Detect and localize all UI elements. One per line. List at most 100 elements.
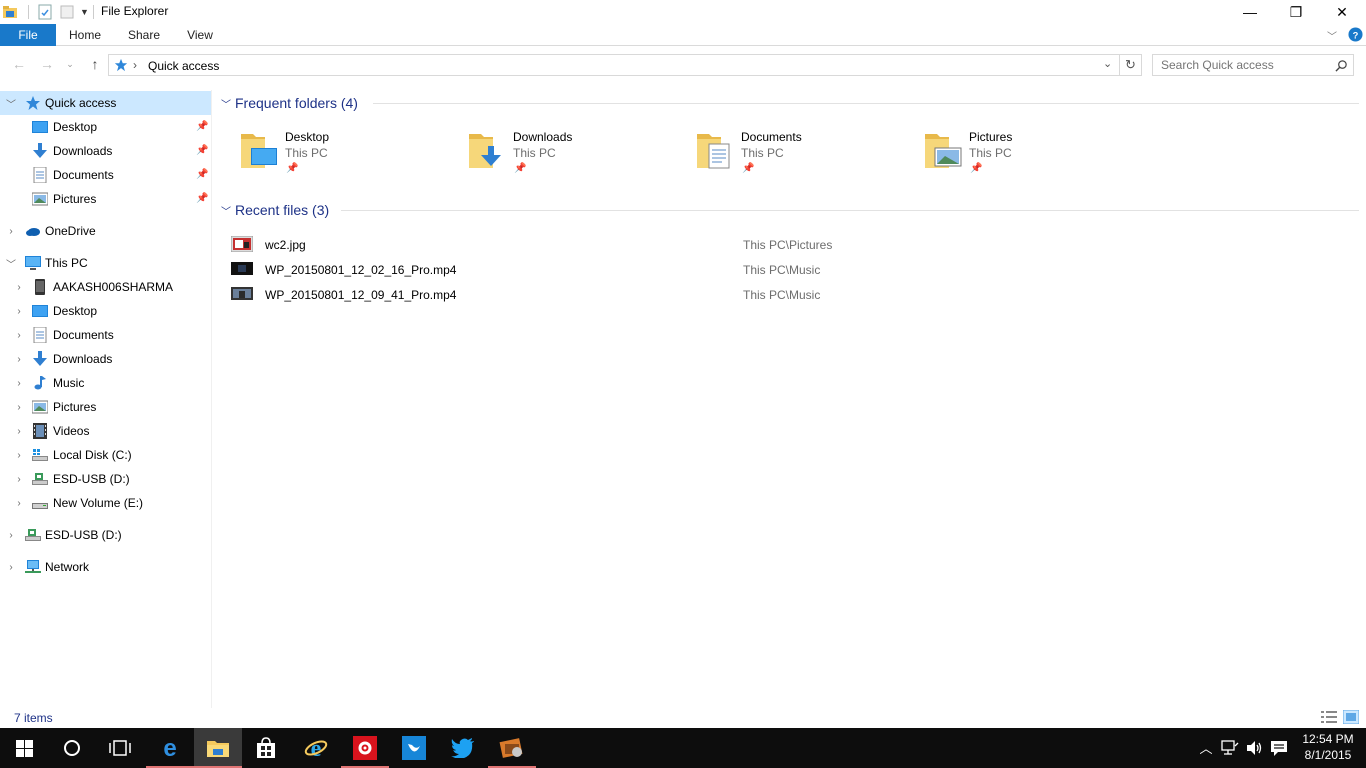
chevron-right-icon[interactable]: ›	[14, 299, 24, 323]
large-icons-view-icon[interactable]	[1343, 710, 1359, 724]
taskbar: e e ︿ 12:54 PM 8/1/2015	[0, 728, 1366, 768]
sidebar-item-phone[interactable]: › AAKASH006SHARMA	[0, 275, 211, 299]
pin-icon[interactable]: 📌	[196, 145, 208, 157]
close-button[interactable]: ✕	[1319, 0, 1365, 24]
maximize-button[interactable]: ❐	[1273, 0, 1319, 24]
search-input[interactable]	[1153, 55, 1329, 75]
show-hidden-icons-button[interactable]: ︿	[1197, 738, 1215, 756]
svg-text:e: e	[311, 736, 322, 760]
network-tray-icon[interactable]	[1221, 740, 1239, 756]
sidebar-item-videos[interactable]: › Videos	[0, 419, 211, 443]
chevron-right-icon[interactable]: ›	[14, 395, 24, 419]
clock-time: 12:54 PM	[1302, 732, 1354, 746]
sidebar-item-pc-desktop[interactable]: › Desktop	[0, 299, 211, 323]
start-button[interactable]	[0, 728, 48, 768]
network-icon	[25, 560, 41, 573]
taskbar-red-app[interactable]	[341, 728, 389, 768]
chevron-down-icon[interactable]: ﹀	[6, 251, 16, 275]
chevron-right-icon[interactable]: ›	[6, 523, 16, 547]
sidebar-item-esd-usb-d[interactable]: › ESD-USB (D:)	[0, 467, 211, 491]
chevron-down-icon[interactable]: ﹀	[6, 91, 16, 115]
chevron-right-icon[interactable]: ›	[14, 347, 24, 371]
folder-tile-downloads[interactable]: Downloads This PC 📌	[441, 124, 661, 180]
sidebar-item-label: Network	[45, 560, 90, 574]
address-dropdown-icon[interactable]: ⌄	[1103, 57, 1112, 70]
taskbar-file-explorer[interactable]	[194, 728, 242, 768]
sidebar-item-local-disk-c[interactable]: › Local Disk (C:)	[0, 443, 211, 467]
svg-text:e: e	[163, 736, 176, 760]
sidebar-item-label: Pictures	[53, 400, 97, 414]
search-icon[interactable]	[1335, 59, 1348, 72]
frequent-folders-header[interactable]: ﹀ Frequent folders (4)	[221, 93, 358, 113]
window-title: File Explorer	[101, 4, 169, 18]
sidebar-item-esd-usb-d-root[interactable]: › ESD-USB (D:)	[0, 523, 211, 547]
sidebar-item-documents[interactable]: Documents 📌	[0, 163, 211, 187]
folder-tile-pictures[interactable]: Pictures This PC 📌	[897, 124, 1117, 180]
properties-icon[interactable]	[37, 4, 53, 20]
clock-date: 8/1/2015	[1304, 748, 1352, 762]
file-row[interactable]: WP_20150801_12_02_16_Pro.mp4 This PC\Mus…	[231, 257, 1331, 282]
tab-view[interactable]: View	[180, 24, 220, 46]
volume-icon[interactable]	[1245, 739, 1263, 757]
cortana-button[interactable]	[48, 728, 96, 768]
taskbar-media-app[interactable]	[488, 728, 536, 768]
tab-file[interactable]: File	[0, 24, 56, 46]
breadcrumb-quick-access[interactable]: Quick access	[148, 59, 219, 73]
details-view-icon[interactable]	[1321, 710, 1337, 724]
minimize-button[interactable]: —	[1227, 0, 1273, 24]
pin-icon[interactable]: 📌	[196, 121, 208, 133]
sidebar-item-network[interactable]: › Network	[0, 555, 211, 579]
refresh-button[interactable]: ↻	[1120, 54, 1142, 76]
address-bar[interactable]: › Quick access ⌄	[108, 54, 1120, 76]
taskbar-blue-app[interactable]	[390, 728, 438, 768]
sidebar-item-new-volume-e[interactable]: › New Volume (E:)	[0, 491, 211, 515]
chevron-right-icon[interactable]: ›	[14, 275, 24, 299]
recent-locations-button[interactable]: ⌄	[62, 55, 78, 73]
explorer-app-icon[interactable]	[2, 4, 18, 20]
expand-ribbon-icon[interactable]: ﹀	[1327, 28, 1337, 43]
sidebar-item-pc-documents[interactable]: › Documents	[0, 323, 211, 347]
drive-icon	[32, 503, 48, 509]
sidebar-item-desktop[interactable]: Desktop 📌	[0, 115, 211, 139]
forward-button[interactable]: →	[37, 55, 57, 73]
chevron-right-icon[interactable]: ›	[14, 467, 24, 491]
sidebar-item-label: Local Disk (C:)	[53, 448, 132, 462]
sidebar-item-pictures[interactable]: Pictures 📌	[0, 187, 211, 211]
qat-dropdown-icon[interactable]: ▼	[80, 7, 89, 17]
pin-icon[interactable]: 📌	[196, 193, 208, 205]
file-row[interactable]: wc2.jpg This PC\Pictures	[231, 232, 1331, 257]
tab-home[interactable]: Home	[62, 24, 108, 46]
taskbar-twitter[interactable]	[439, 728, 487, 768]
chevron-right-icon[interactable]: ›	[14, 419, 24, 443]
task-view-button[interactable]	[96, 728, 144, 768]
up-button[interactable]: ↑	[85, 55, 105, 73]
chevron-right-icon[interactable]: ›	[14, 371, 24, 395]
taskbar-edge[interactable]: e	[146, 728, 194, 768]
taskbar-store[interactable]	[242, 728, 290, 768]
back-button[interactable]: ←	[9, 55, 29, 73]
breadcrumb-separator[interactable]: ›	[133, 58, 137, 72]
sidebar-item-downloads[interactable]: Downloads 📌	[0, 139, 211, 163]
recent-files-header[interactable]: ﹀ Recent files (3)	[221, 200, 329, 220]
tab-share[interactable]: Share	[122, 24, 166, 46]
chevron-right-icon[interactable]: ›	[14, 443, 24, 467]
sidebar-item-pc-pictures[interactable]: › Pictures	[0, 395, 211, 419]
chevron-right-icon[interactable]: ›	[14, 323, 24, 347]
folder-tile-desktop[interactable]: Desktop This PC 📌	[213, 124, 433, 180]
taskbar-clock[interactable]: 12:54 PM 8/1/2015	[1296, 731, 1360, 763]
sidebar-item-this-pc[interactable]: ﹀ This PC	[0, 251, 211, 275]
chevron-right-icon[interactable]: ›	[14, 491, 24, 515]
pin-icon[interactable]: 📌	[196, 169, 208, 181]
help-icon[interactable]: ?	[1348, 27, 1363, 42]
sidebar-item-pc-downloads[interactable]: › Downloads	[0, 347, 211, 371]
folder-tile-documents[interactable]: Documents This PC 📌	[669, 124, 889, 180]
file-row[interactable]: WP_20150801_12_09_41_Pro.mp4 This PC\Mus…	[231, 282, 1331, 307]
taskbar-internet-explorer[interactable]: e	[292, 728, 340, 768]
chevron-right-icon[interactable]: ›	[6, 555, 16, 579]
chevron-right-icon[interactable]: ›	[6, 219, 16, 243]
sidebar-item-quick-access[interactable]: ﹀ Quick access	[0, 91, 211, 115]
action-center-icon[interactable]	[1270, 739, 1288, 757]
sidebar-item-onedrive[interactable]: › OneDrive	[0, 219, 211, 243]
sidebar-item-music[interactable]: › Music	[0, 371, 211, 395]
new-folder-icon[interactable]	[59, 4, 75, 20]
